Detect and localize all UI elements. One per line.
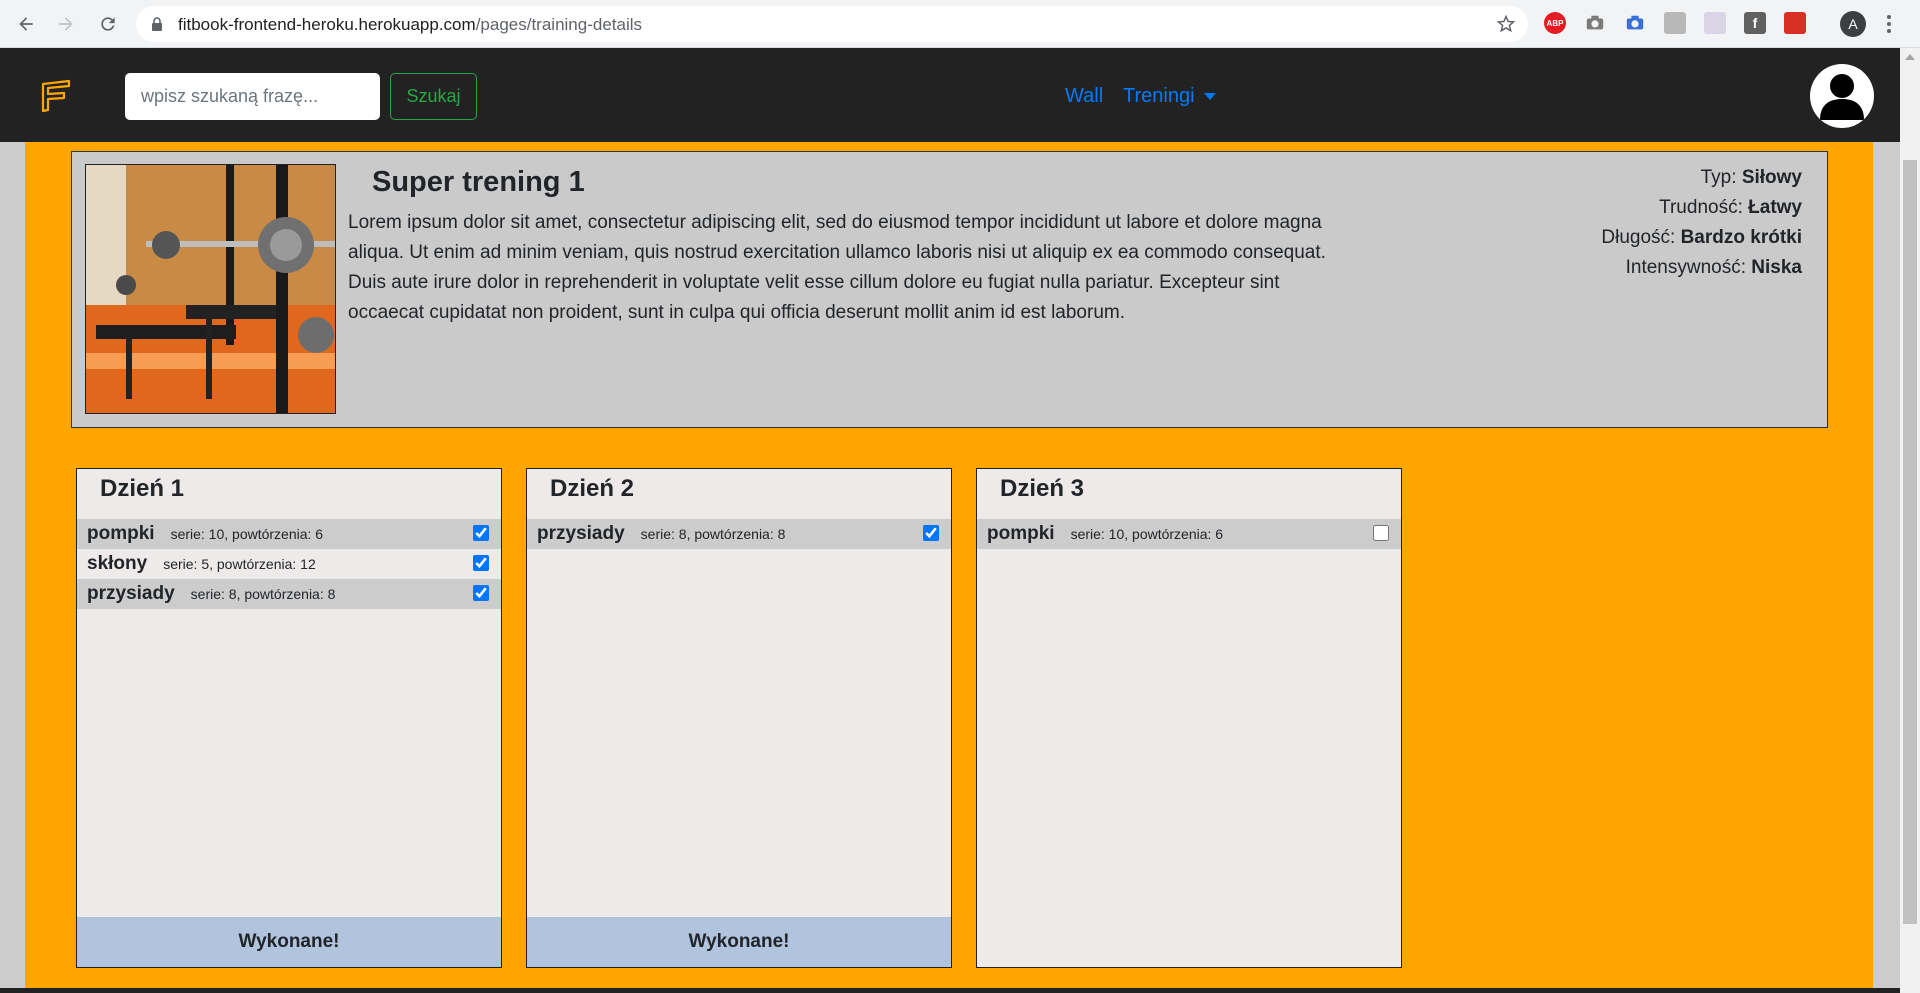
search-input[interactable] <box>125 73 380 120</box>
exercise-name: pompki <box>987 523 1055 544</box>
facebook-icon[interactable]: f <box>1744 12 1766 34</box>
exercise-info: serie: 10, powtórzenia: 6 <box>1070 526 1224 542</box>
meta-intensity: Intensywność: Niska <box>1625 257 1802 278</box>
nav-trainings-label: Treningi <box>1123 85 1195 107</box>
done-button[interactable]: Wykonane! <box>77 917 501 967</box>
exercise-list: pompki serie: 10, powtórzenia: 6 <box>977 519 1401 549</box>
screenshot-icon[interactable] <box>1704 12 1726 34</box>
exercise-name: pompki <box>87 523 155 544</box>
app-navbar: Szukaj Wall Treningi <box>0 48 1900 142</box>
nav-link-wall[interactable]: Wall <box>1065 85 1103 108</box>
address-bar[interactable]: fitbook-frontend-heroku.herokuapp.com/pa… <box>136 6 1528 42</box>
back-arrow-icon[interactable] <box>14 12 38 36</box>
exercise-info: serie: 8, powtórzenia: 8 <box>640 526 786 542</box>
exercise-row: przysiady serie: 8, powtórzenia: 8 <box>77 579 501 609</box>
exercise-name: przysiady <box>537 523 625 544</box>
exercise-list: przysiady serie: 8, powtórzenia: 8 <box>527 519 951 549</box>
chevron-down-icon <box>1203 93 1216 101</box>
footer-strip <box>0 988 1900 993</box>
exercise-checkbox[interactable] <box>923 525 939 541</box>
training-meta: Typ: Siłowy Trudność: Łatwy Długość: Bar… <box>1601 163 1802 283</box>
exercise-row: przysiady serie: 8, powtórzenia: 8 <box>527 519 951 549</box>
clipboard-icon[interactable] <box>1664 12 1686 34</box>
meta-length: Długość: Bardzo krótki <box>1601 227 1802 248</box>
scroll-up-arrow-icon[interactable] <box>1905 54 1915 60</box>
meta-type: Typ: Siłowy <box>1700 167 1802 188</box>
exercise-list: pompki serie: 10, powtórzenia: 6 skłony … <box>77 519 501 609</box>
search-button[interactable]: Szukaj <box>390 73 477 120</box>
exercise-name: skłony <box>87 553 148 574</box>
profile-avatar[interactable]: A <box>1840 11 1866 37</box>
exercise-checkbox[interactable] <box>473 555 489 571</box>
scroll-thumb[interactable] <box>1903 160 1917 924</box>
day-card-2: Dzień 2 przysiady serie: 8, powtórzenia:… <box>526 468 952 968</box>
adblock-icon[interactable]: ABP <box>1544 12 1566 34</box>
camera-blue-icon[interactable] <box>1624 12 1646 34</box>
exercise-name: przysiady <box>87 583 175 604</box>
exercise-row: pompki serie: 10, powtórzenia: 6 <box>977 519 1401 549</box>
exercise-info: serie: 8, powtórzenia: 8 <box>190 586 336 602</box>
fitbook-logo-icon[interactable] <box>40 79 72 113</box>
exercise-checkbox[interactable] <box>1373 525 1389 541</box>
bookmark-star-icon[interactable] <box>1496 14 1516 34</box>
meta-difficulty: Trudność: Łatwy <box>1659 197 1802 218</box>
training-title: Super trening 1 <box>372 166 585 198</box>
page-scrollbar[interactable] <box>1900 48 1920 993</box>
mail-icon[interactable] <box>1784 12 1806 34</box>
day-title: Dzień 3 <box>1000 475 1085 502</box>
reload-icon[interactable] <box>96 12 120 36</box>
exercise-checkbox[interactable] <box>473 525 489 541</box>
training-description: Lorem ipsum dolor sit amet, consectetur … <box>348 212 1326 323</box>
nav-dropdown-trainings[interactable]: Treningi <box>1123 85 1216 108</box>
day-title: Dzień 1 <box>100 475 185 502</box>
lock-icon <box>152 17 162 31</box>
url-text: fitbook-frontend-heroku.herokuapp.com/pa… <box>178 15 643 34</box>
day-title: Dzień 2 <box>550 475 635 502</box>
exercise-info: serie: 10, powtórzenia: 6 <box>170 526 324 542</box>
camera-icon[interactable] <box>1584 12 1606 34</box>
exercise-checkbox[interactable] <box>473 585 489 601</box>
training-card: Super trening 1 Lorem ipsum dolor sit am… <box>71 151 1828 428</box>
user-icon <box>1820 74 1864 120</box>
user-avatar[interactable] <box>1810 64 1874 128</box>
exercise-row: skłony serie: 5, powtórzenia: 12 <box>77 549 501 579</box>
day-card-1: Dzień 1 pompki serie: 10, powtórzenia: 6… <box>76 468 502 968</box>
browser-toolbar: fitbook-frontend-heroku.herokuapp.com/pa… <box>0 0 1920 48</box>
exercise-row: pompki serie: 10, powtórzenia: 6 <box>77 519 501 549</box>
training-image <box>85 164 336 414</box>
exercise-info: serie: 5, powtórzenia: 12 <box>163 556 316 572</box>
forward-arrow-icon[interactable] <box>54 12 78 36</box>
browser-menu-icon[interactable] <box>1885 12 1893 36</box>
done-button[interactable]: Wykonane! <box>527 917 951 967</box>
day-card-3: Dzień 3 pompki serie: 10, powtórzenia: 6 <box>976 468 1402 968</box>
